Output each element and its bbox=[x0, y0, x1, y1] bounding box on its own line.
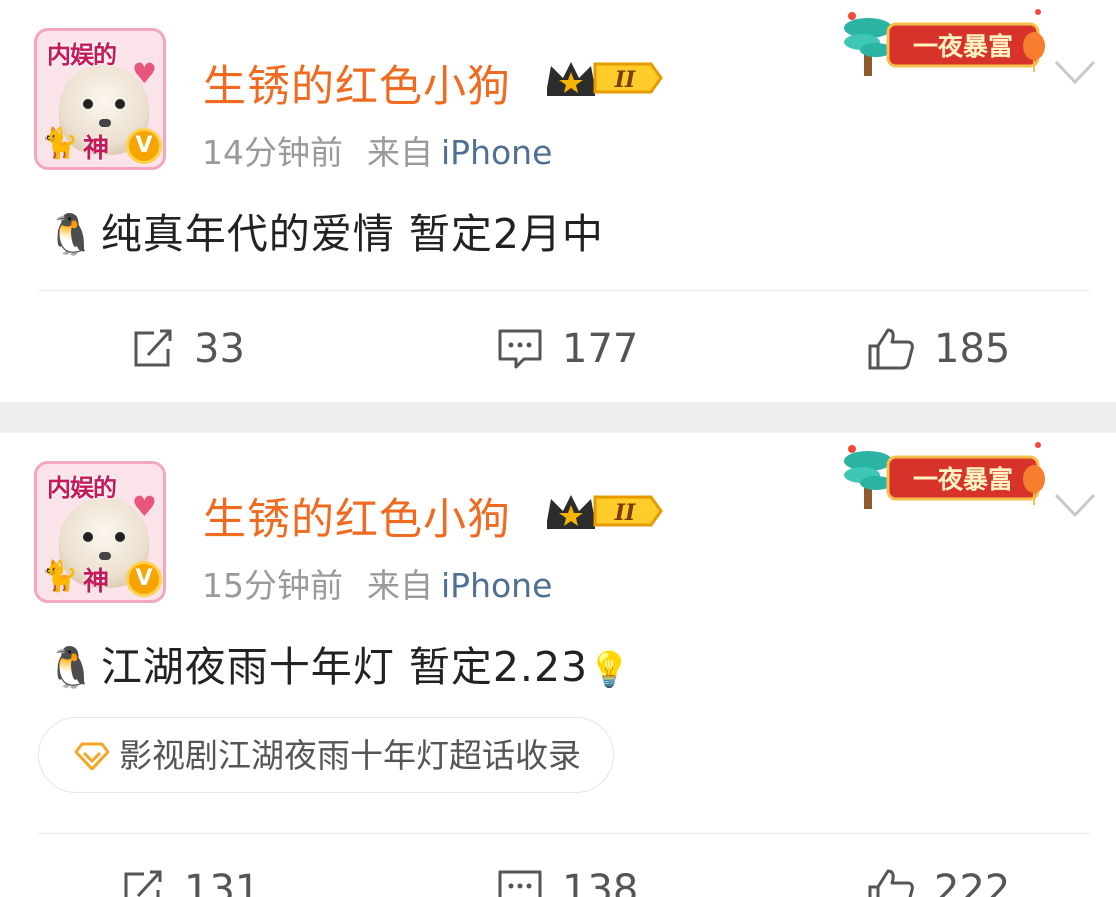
post-meta: 14分钟前 来自 iPhone bbox=[202, 126, 552, 174]
cat-icon: 🐈 bbox=[41, 559, 79, 594]
divider bbox=[38, 833, 1090, 834]
tree-icon bbox=[844, 445, 892, 509]
gem-icon bbox=[75, 742, 109, 770]
weibo-post: 内娱的 ♥ 🐈 神 V 生锈的红色小狗 II 15分钟前 来自 iPhone 一夜暴… bbox=[0, 433, 1116, 897]
repost-count: 33 bbox=[194, 326, 245, 372]
divider bbox=[38, 290, 1090, 291]
feed-separator bbox=[0, 402, 1116, 433]
penguin-icon: 🐧 bbox=[46, 645, 97, 691]
device-name[interactable]: iPhone bbox=[441, 566, 552, 605]
avatar[interactable]: 内娱的 ♥ 🐈 神 V bbox=[34, 461, 166, 603]
avatar-bottom-text: 神 bbox=[83, 134, 110, 164]
repost-icon bbox=[124, 870, 162, 897]
repost-button[interactable]: 131 bbox=[120, 867, 260, 897]
festival-badge[interactable]: 一夜暴富 bbox=[838, 6, 1048, 80]
comment-count: 177 bbox=[562, 326, 639, 372]
comment-button[interactable]: 177 bbox=[496, 326, 638, 372]
festival-label: 一夜暴富 bbox=[913, 32, 1013, 61]
weibo-post: 内娱的 ♥ 🐈 神 V 生锈的红色小狗 II 14分钟前 来自 iPhone 一夜暴… bbox=[0, 0, 1116, 402]
verified-badge: V bbox=[126, 561, 162, 597]
nose bbox=[99, 119, 111, 127]
crown-icon bbox=[547, 495, 595, 529]
festival-badge[interactable]: 一夜暴富 bbox=[838, 439, 1048, 513]
post-time: 15分钟前 bbox=[202, 566, 343, 605]
device-name[interactable]: iPhone bbox=[441, 133, 552, 172]
lightbulb-icon: 💡 bbox=[588, 650, 632, 690]
avatar-bottom-text: 神 bbox=[83, 567, 110, 597]
comment-button[interactable]: 138 bbox=[496, 867, 638, 897]
post-body: 纯真年代的爱情 暂定2月中 bbox=[100, 210, 604, 258]
post-text: 🐧纯真年代的爱情 暂定2月中 bbox=[46, 200, 604, 260]
comment-icon bbox=[498, 870, 542, 897]
source-prefix: 来自 bbox=[367, 566, 433, 605]
vip-level: II bbox=[614, 67, 636, 93]
post-body: 江湖夜雨十年灯 暂定2.23 bbox=[100, 643, 589, 691]
like-icon bbox=[868, 328, 914, 370]
cat-icon: 🐈 bbox=[41, 126, 79, 161]
eye bbox=[83, 99, 93, 109]
vip-badge[interactable]: II bbox=[543, 489, 663, 533]
vip-level: II bbox=[614, 500, 636, 526]
comment-icon bbox=[498, 329, 542, 369]
chevron-down-icon[interactable] bbox=[1053, 58, 1097, 86]
post-text: 🐧江湖夜雨十年灯 暂定2.23💡 bbox=[46, 633, 631, 693]
like-button[interactable]: 185 bbox=[866, 326, 1010, 372]
like-count: 222 bbox=[934, 867, 1011, 897]
source-prefix: 来自 bbox=[367, 133, 433, 172]
username[interactable]: 生锈的红色小狗 bbox=[203, 52, 511, 114]
eye bbox=[83, 532, 93, 542]
super-topic-tag[interactable]: 影视剧江湖夜雨十年灯超话收录 bbox=[38, 717, 614, 793]
like-count: 185 bbox=[934, 326, 1011, 372]
heart-icon: ♥ bbox=[131, 57, 157, 90]
verified-badge: V bbox=[126, 128, 162, 164]
penguin-icon: 🐧 bbox=[46, 212, 97, 258]
post-time: 14分钟前 bbox=[202, 133, 343, 172]
avatar-tag: 内娱的 bbox=[47, 41, 117, 69]
vip-badge[interactable]: II bbox=[543, 56, 663, 100]
heart-icon: ♥ bbox=[131, 490, 157, 523]
eye bbox=[115, 532, 125, 542]
like-button[interactable]: 222 bbox=[866, 867, 1010, 897]
post-meta: 15分钟前 来自 iPhone bbox=[202, 559, 552, 607]
comment-count: 138 bbox=[562, 867, 639, 897]
repost-icon bbox=[134, 329, 172, 367]
nose bbox=[99, 552, 111, 560]
tree-icon bbox=[844, 12, 892, 76]
avatar-tag: 内娱的 bbox=[47, 474, 117, 502]
repost-button[interactable]: 33 bbox=[130, 326, 245, 372]
topic-label: 影视剧江湖夜雨十年灯超话收录 bbox=[119, 736, 581, 775]
username[interactable]: 生锈的红色小狗 bbox=[203, 485, 511, 547]
festival-label: 一夜暴富 bbox=[913, 465, 1013, 494]
avatar[interactable]: 内娱的 ♥ 🐈 神 V bbox=[34, 28, 166, 170]
chevron-down-icon[interactable] bbox=[1053, 491, 1097, 519]
eye bbox=[115, 99, 125, 109]
crown-icon bbox=[547, 62, 595, 96]
repost-count: 131 bbox=[184, 867, 261, 897]
like-icon bbox=[868, 869, 914, 897]
